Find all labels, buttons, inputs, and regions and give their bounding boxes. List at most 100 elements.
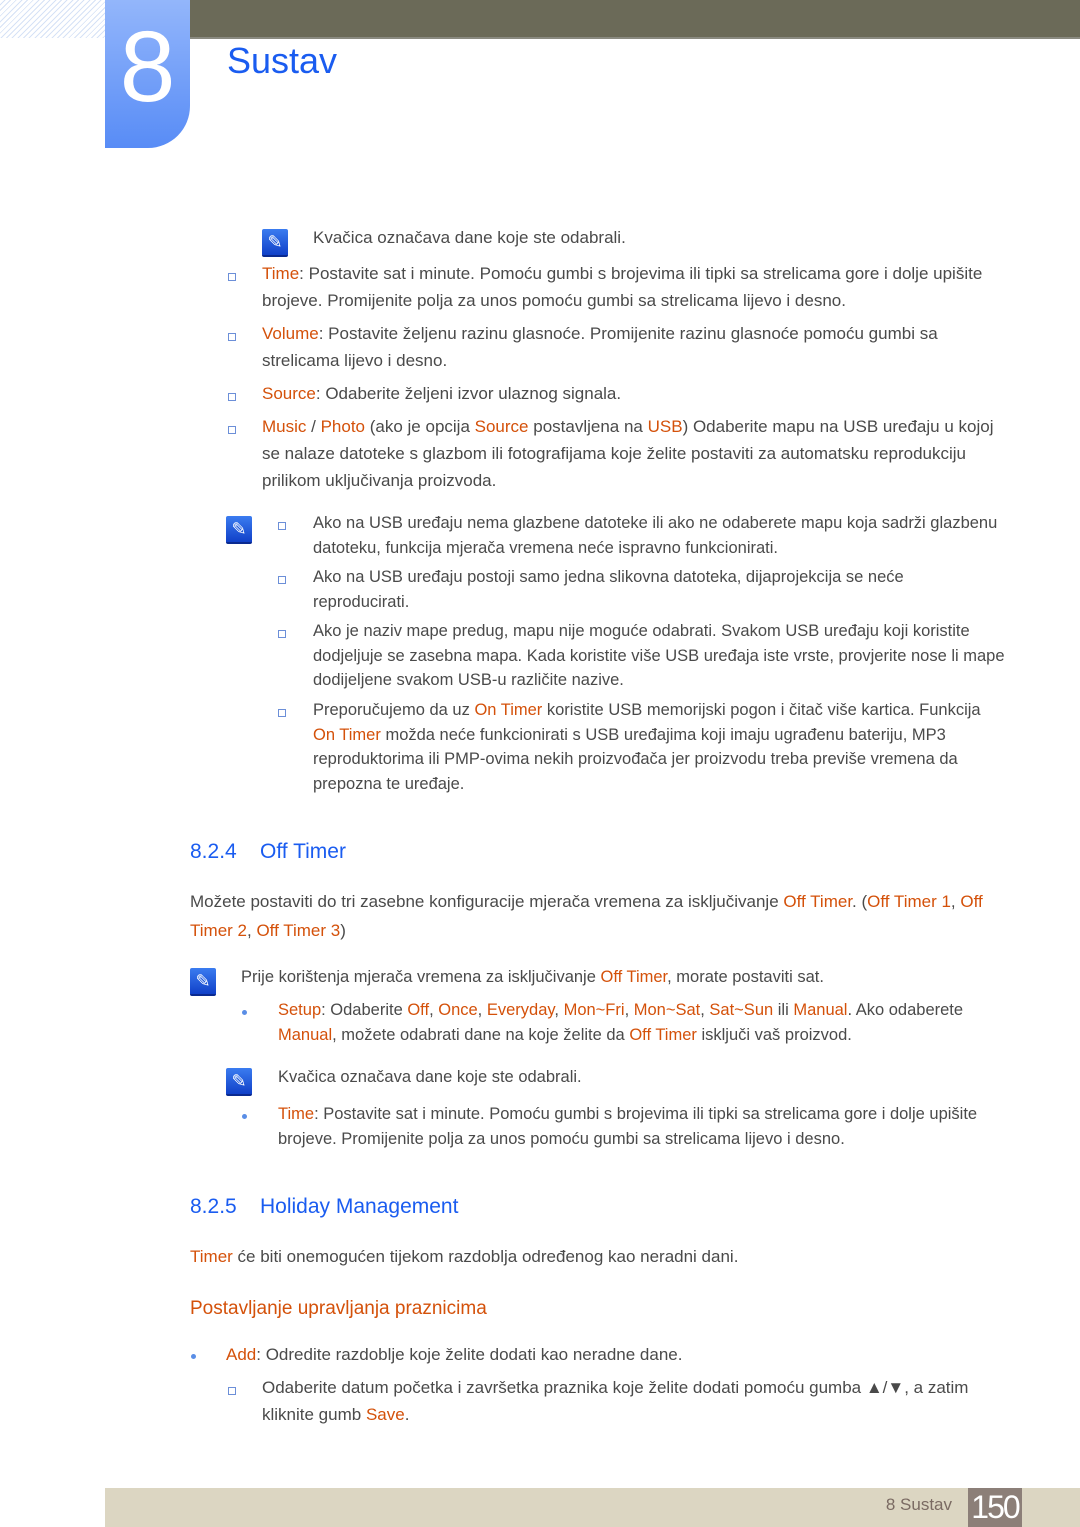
dot-bullet-icon bbox=[242, 1114, 247, 1119]
text: , bbox=[624, 1001, 634, 1019]
text: Možete postaviti do tri zasebne konfigur… bbox=[190, 892, 784, 911]
square-bullet-icon bbox=[278, 576, 286, 584]
paragraph: Kvačica označava dane koje ste odabrali. bbox=[278, 1065, 998, 1090]
highlighted-term: Timer bbox=[190, 1247, 233, 1266]
text: : Odredite razdoblje koje želite dodati … bbox=[256, 1345, 683, 1364]
footer: 8 Sustav 150 bbox=[105, 1488, 1080, 1527]
note-icon: ✎ bbox=[190, 968, 216, 996]
highlighted-term: Off Timer bbox=[629, 1025, 697, 1044]
highlighted-term: Setup bbox=[278, 1001, 322, 1019]
text: Preporučujemo da uz bbox=[313, 701, 475, 719]
text: , morate postaviti sat. bbox=[667, 968, 824, 986]
text: možda neće funkcionirati s USB uređajima… bbox=[313, 725, 958, 793]
paragraph: Timer će biti onemogućen tijekom razdobl… bbox=[190, 1243, 1000, 1270]
text: ) bbox=[340, 921, 346, 940]
text: : Postavite sat i minute. Pomoću gumbi s… bbox=[262, 264, 983, 310]
highlighted-term: Manual bbox=[278, 1025, 333, 1044]
square-bullet-icon bbox=[228, 426, 236, 434]
paragraph: Add: Odredite razdoblje koje želite doda… bbox=[226, 1341, 1006, 1368]
square-bullet-icon bbox=[278, 630, 286, 638]
dot-bullet-icon bbox=[242, 1010, 247, 1015]
header-bar bbox=[190, 0, 1080, 39]
highlighted-term: Source bbox=[262, 384, 316, 403]
highlighted-term: Source bbox=[474, 417, 529, 436]
text: / bbox=[306, 417, 321, 436]
text: Ako je naziv mape predug, mapu nije mogu… bbox=[313, 622, 1005, 689]
footer-label: 8 Sustav bbox=[885, 1495, 952, 1514]
paragraph: Setup: Odaberite Off, Once, Everyday, Mo… bbox=[278, 998, 1008, 1047]
highlighted-term: Everyday bbox=[486, 1001, 555, 1019]
text: : Postavite željenu razinu glasnoće. Pro… bbox=[262, 324, 938, 370]
text: . bbox=[404, 1405, 410, 1424]
highlighted-term: Manual bbox=[793, 1001, 848, 1019]
highlighted-term: Off Timer 3 bbox=[256, 921, 341, 940]
text: , bbox=[477, 1001, 487, 1019]
highlighted-term: Once bbox=[438, 1001, 478, 1019]
text: , bbox=[950, 892, 961, 911]
highlighted-term: Save bbox=[365, 1405, 405, 1424]
note-icon: ✎ bbox=[262, 229, 288, 257]
section-number: 8.2.4 bbox=[190, 840, 237, 863]
highlighted-term: Off Timer 1 bbox=[867, 892, 951, 911]
highlighted-term: Sat~Sun bbox=[709, 1001, 774, 1019]
text: . ( bbox=[852, 892, 868, 911]
paragraph: Kvačica označava dane koje ste odabrali. bbox=[313, 224, 1003, 251]
text: , bbox=[429, 1001, 439, 1019]
square-bullet-icon bbox=[228, 393, 236, 401]
text: će biti onemogućen tijekom razdoblja odr… bbox=[232, 1247, 739, 1266]
paragraph: Volume: Postavite željenu razinu glasnoć… bbox=[262, 320, 982, 374]
chapter-title: Sustav bbox=[227, 40, 338, 81]
highlighted-term: Off Timer bbox=[600, 968, 668, 986]
subheading: Postavljanje upravljanja praznicima bbox=[190, 1298, 487, 1319]
text: Kvačica označava dane koje ste odabrali. bbox=[313, 228, 626, 247]
square-bullet-icon bbox=[228, 333, 236, 341]
paragraph: Ako na USB uređaju postoji samo jedna sl… bbox=[313, 565, 953, 614]
highlighted-term: Mon~Fri bbox=[563, 1001, 625, 1019]
section-number: 8.2.5 bbox=[190, 1195, 237, 1218]
highlighted-term: Volume bbox=[262, 324, 319, 343]
text: Ako na USB uređaju nema glazbene datotek… bbox=[313, 514, 998, 557]
paragraph: Možete postaviti do tri zasebne konfigur… bbox=[190, 887, 1000, 945]
highlighted-term: Off bbox=[407, 1001, 430, 1019]
text: Ako na USB uređaju postoji samo jedna sl… bbox=[313, 568, 904, 611]
note-icon: ✎ bbox=[226, 516, 252, 544]
chapter-number-badge: 8 bbox=[105, 0, 190, 148]
square-bullet-icon bbox=[278, 522, 286, 530]
text: koristite USB memorijski pogon i čitač v… bbox=[542, 701, 981, 719]
paragraph: Source: Odaberite željeni izvor ulaznog … bbox=[262, 380, 1002, 407]
paragraph: Time: Postavite sat i minute. Pomoću gum… bbox=[278, 1102, 998, 1151]
section-title: Off Timer bbox=[260, 840, 346, 863]
text: isključi vaš proizvod. bbox=[696, 1025, 852, 1044]
paragraph: Prije korištenja mjerača vremena za iskl… bbox=[241, 965, 1001, 990]
page-number: 150 bbox=[968, 1488, 1022, 1527]
text: Prije korištenja mjerača vremena za iskl… bbox=[241, 968, 601, 986]
square-bullet-icon bbox=[228, 273, 236, 281]
text: ili bbox=[773, 1001, 794, 1019]
highlighted-term: USB bbox=[647, 417, 683, 436]
highlighted-term: Off Timer bbox=[783, 892, 853, 911]
section-title: Holiday Management bbox=[260, 1195, 459, 1218]
dot-bullet-icon bbox=[191, 1354, 196, 1359]
text: postavljena na bbox=[528, 417, 648, 436]
note-icon: ✎ bbox=[226, 1068, 252, 1096]
paragraph: Ako na USB uređaju nema glazbene datotek… bbox=[313, 511, 1008, 560]
square-bullet-icon bbox=[228, 1387, 236, 1395]
highlighted-term: Time bbox=[262, 264, 300, 283]
text: , možete odabrati dane na koje želite da bbox=[332, 1025, 630, 1044]
paragraph: Ako je naziv mape predug, mapu nije mogu… bbox=[313, 619, 1008, 693]
highlighted-term: Mon~Sat bbox=[633, 1001, 701, 1019]
paragraph: Music / Photo (ako je opcija Source post… bbox=[262, 413, 997, 494]
header-hatch bbox=[0, 0, 105, 38]
text: : Postavite sat i minute. Pomoću gumbi s… bbox=[278, 1105, 978, 1148]
square-bullet-icon bbox=[278, 709, 286, 717]
text: : Odaberite bbox=[321, 1001, 408, 1019]
highlighted-term: Add bbox=[226, 1345, 257, 1364]
paragraph: Time: Postavite sat i minute. Pomoću gum… bbox=[262, 260, 1007, 314]
highlighted-term: On Timer bbox=[313, 725, 381, 744]
highlighted-term: Photo bbox=[320, 417, 366, 436]
text: , bbox=[554, 1001, 564, 1019]
highlighted-term: Time bbox=[278, 1105, 315, 1123]
text: Kvačica označava dane koje ste odabrali. bbox=[278, 1068, 582, 1086]
paragraph: Preporučujemo da uz On Timer koristite U… bbox=[313, 698, 1003, 796]
highlighted-term: Music bbox=[262, 417, 307, 436]
